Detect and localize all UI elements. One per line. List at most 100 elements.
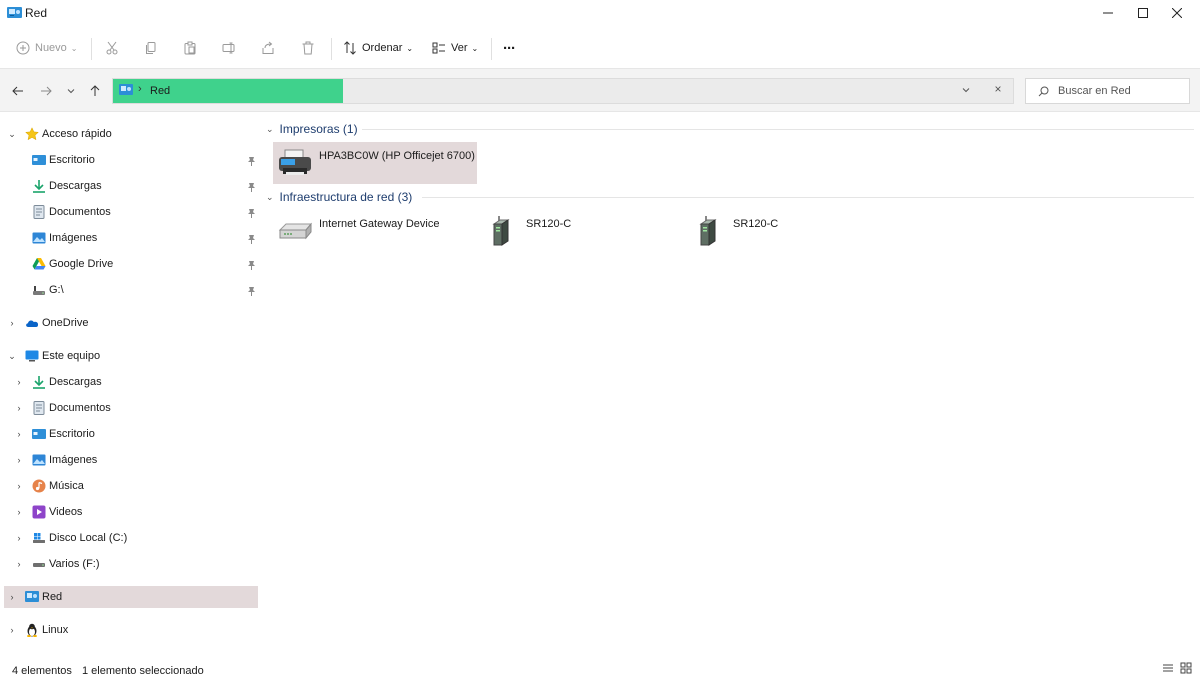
sidebar-item-pc-disco-local[interactable]: › Disco Local (C:) bbox=[4, 527, 258, 549]
divider bbox=[91, 38, 92, 60]
address-row: › Red × bbox=[0, 68, 1200, 112]
chevron-right-icon[interactable]: › bbox=[7, 318, 17, 328]
network-device-icon bbox=[691, 216, 727, 246]
pin-icon[interactable] bbox=[247, 259, 256, 273]
chevron-down-icon[interactable]: ⌄ bbox=[7, 129, 17, 140]
address-dropdown-button[interactable] bbox=[961, 84, 975, 98]
sidebar-item-descargas[interactable]: Descargas bbox=[4, 175, 258, 197]
paste-icon bbox=[184, 41, 196, 55]
search-input[interactable] bbox=[1058, 82, 1184, 100]
sidebar-item-label: OneDrive bbox=[42, 317, 89, 329]
up-button[interactable] bbox=[86, 82, 104, 100]
group-divider bbox=[422, 197, 1194, 198]
chevron-right-icon[interactable]: › bbox=[7, 625, 17, 635]
network-folder-icon bbox=[7, 6, 22, 22]
sidebar-item-escritorio[interactable]: Escritorio bbox=[4, 149, 258, 171]
arrow-up-icon bbox=[90, 85, 100, 96]
more-icon: ··· bbox=[503, 39, 516, 57]
chevron-down-icon: ⌄ bbox=[406, 43, 414, 53]
sidebar-item-pc-descargas[interactable]: › Descargas bbox=[4, 371, 258, 393]
pin-icon[interactable] bbox=[247, 285, 256, 299]
search-box[interactable] bbox=[1025, 78, 1190, 104]
details-view-button[interactable] bbox=[1162, 662, 1176, 676]
download-icon bbox=[32, 179, 46, 193]
delete-button[interactable] bbox=[301, 36, 315, 60]
cut-button[interactable] bbox=[105, 36, 119, 60]
chevron-right-icon[interactable]: › bbox=[14, 507, 24, 517]
document-icon bbox=[32, 205, 46, 219]
paste-button[interactable] bbox=[183, 36, 197, 60]
forward-button[interactable] bbox=[37, 82, 55, 100]
sidebar-item-pc-documentos[interactable]: › Documentos bbox=[4, 397, 258, 419]
sidebar-item-linux[interactable]: › Linux bbox=[4, 619, 258, 641]
sidebar-item-label: G:\ bbox=[49, 284, 64, 296]
sidebar-item-this-pc[interactable]: ⌄ Este equipo bbox=[4, 345, 258, 367]
pin-icon[interactable] bbox=[247, 233, 256, 247]
view-icon bbox=[432, 42, 445, 54]
view-button[interactable]: Ver ⌄ bbox=[432, 36, 478, 60]
sidebar-item-quick-access[interactable]: ⌄ Acceso rápido bbox=[4, 123, 258, 145]
arrow-right-icon bbox=[41, 86, 52, 96]
sidebar-item-google-drive[interactable]: Google Drive bbox=[4, 253, 258, 275]
network-item-sr120c-2[interactable]: SR120-C bbox=[687, 210, 891, 252]
sidebar-item-imagenes[interactable]: Imágenes bbox=[4, 227, 258, 249]
chevron-down-icon[interactable]: ⌄ bbox=[7, 351, 17, 362]
item-label: SR120-C bbox=[526, 218, 572, 230]
recent-locations-button[interactable] bbox=[62, 82, 80, 100]
chevron-right-icon[interactable]: › bbox=[14, 429, 24, 439]
chevron-down-icon: ⌄ bbox=[70, 43, 78, 53]
sort-label: Ordenar bbox=[362, 42, 403, 54]
sidebar-item-g-drive[interactable]: G:\ bbox=[4, 279, 258, 301]
chevron-right-icon[interactable]: › bbox=[14, 533, 24, 543]
minimize-icon bbox=[1103, 12, 1113, 14]
chevron-right-icon[interactable]: › bbox=[14, 481, 24, 491]
more-options-button[interactable]: ··· bbox=[503, 36, 516, 60]
close-button[interactable] bbox=[1154, 0, 1200, 26]
group-header-printers[interactable]: ⌄ Impresoras (1) bbox=[266, 121, 358, 137]
download-icon bbox=[32, 375, 46, 389]
new-button[interactable]: Nuevo ⌄ bbox=[16, 36, 78, 60]
clear-address-button[interactable]: × bbox=[991, 82, 1005, 98]
sidebar-item-pc-musica[interactable]: › Música bbox=[4, 475, 258, 497]
view-label: Ver bbox=[451, 42, 468, 54]
network-folder-icon bbox=[25, 590, 39, 604]
group-header-network-infrastructure[interactable]: ⌄ Infraestructura de red (3) bbox=[266, 189, 412, 205]
sort-button[interactable]: Ordenar ⌄ bbox=[343, 36, 413, 60]
pin-icon[interactable] bbox=[247, 207, 256, 221]
sidebar-item-pc-varios[interactable]: › Varios (F:) bbox=[4, 553, 258, 575]
address-breadcrumb[interactable]: › Red bbox=[113, 79, 343, 103]
chevron-right-icon[interactable]: › bbox=[14, 403, 24, 413]
network-folder-icon bbox=[119, 84, 133, 99]
copy-button[interactable] bbox=[144, 36, 158, 60]
sidebar-item-label: Acceso rápido bbox=[42, 128, 112, 140]
image-icon bbox=[32, 231, 46, 245]
network-item-gateway[interactable]: Internet Gateway Device bbox=[273, 210, 477, 252]
maximize-icon bbox=[1138, 8, 1148, 18]
sidebar-item-pc-videos[interactable]: › Videos bbox=[4, 501, 258, 523]
back-button[interactable] bbox=[9, 82, 27, 100]
sidebar-item-pc-escritorio[interactable]: › Escritorio bbox=[4, 423, 258, 445]
rename-button[interactable] bbox=[222, 36, 236, 60]
sidebar-item-network[interactable]: › Red bbox=[4, 586, 258, 608]
breadcrumb-red[interactable]: Red bbox=[150, 85, 170, 97]
sidebar-item-pc-imagenes[interactable]: › Imágenes bbox=[4, 449, 258, 471]
chevron-right-icon[interactable]: › bbox=[7, 592, 17, 602]
address-bar[interactable]: › Red × bbox=[112, 78, 1014, 104]
arrow-left-icon bbox=[12, 86, 23, 96]
share-button[interactable] bbox=[261, 36, 275, 60]
desktop-icon bbox=[32, 153, 46, 167]
pin-icon[interactable] bbox=[247, 181, 256, 195]
network-item-printer[interactable]: HPA3BC0W (HP Officejet 6700) bbox=[273, 142, 477, 184]
chevron-right-icon[interactable]: › bbox=[14, 559, 24, 569]
router-icon bbox=[277, 216, 313, 246]
chevron-right-icon[interactable]: › bbox=[14, 455, 24, 465]
sidebar-item-documentos[interactable]: Documentos bbox=[4, 201, 258, 223]
tiles-view-button[interactable] bbox=[1180, 662, 1194, 676]
chevron-right-icon[interactable]: › bbox=[14, 377, 24, 387]
sidebar-item-label: Documentos bbox=[49, 206, 111, 218]
network-item-sr120c-1[interactable]: SR120-C bbox=[480, 210, 684, 252]
pin-icon[interactable] bbox=[247, 155, 256, 169]
sidebar-item-label: Descargas bbox=[49, 376, 102, 388]
sidebar-item-onedrive[interactable]: › OneDrive bbox=[4, 312, 258, 334]
list-view-icon bbox=[1163, 664, 1173, 672]
